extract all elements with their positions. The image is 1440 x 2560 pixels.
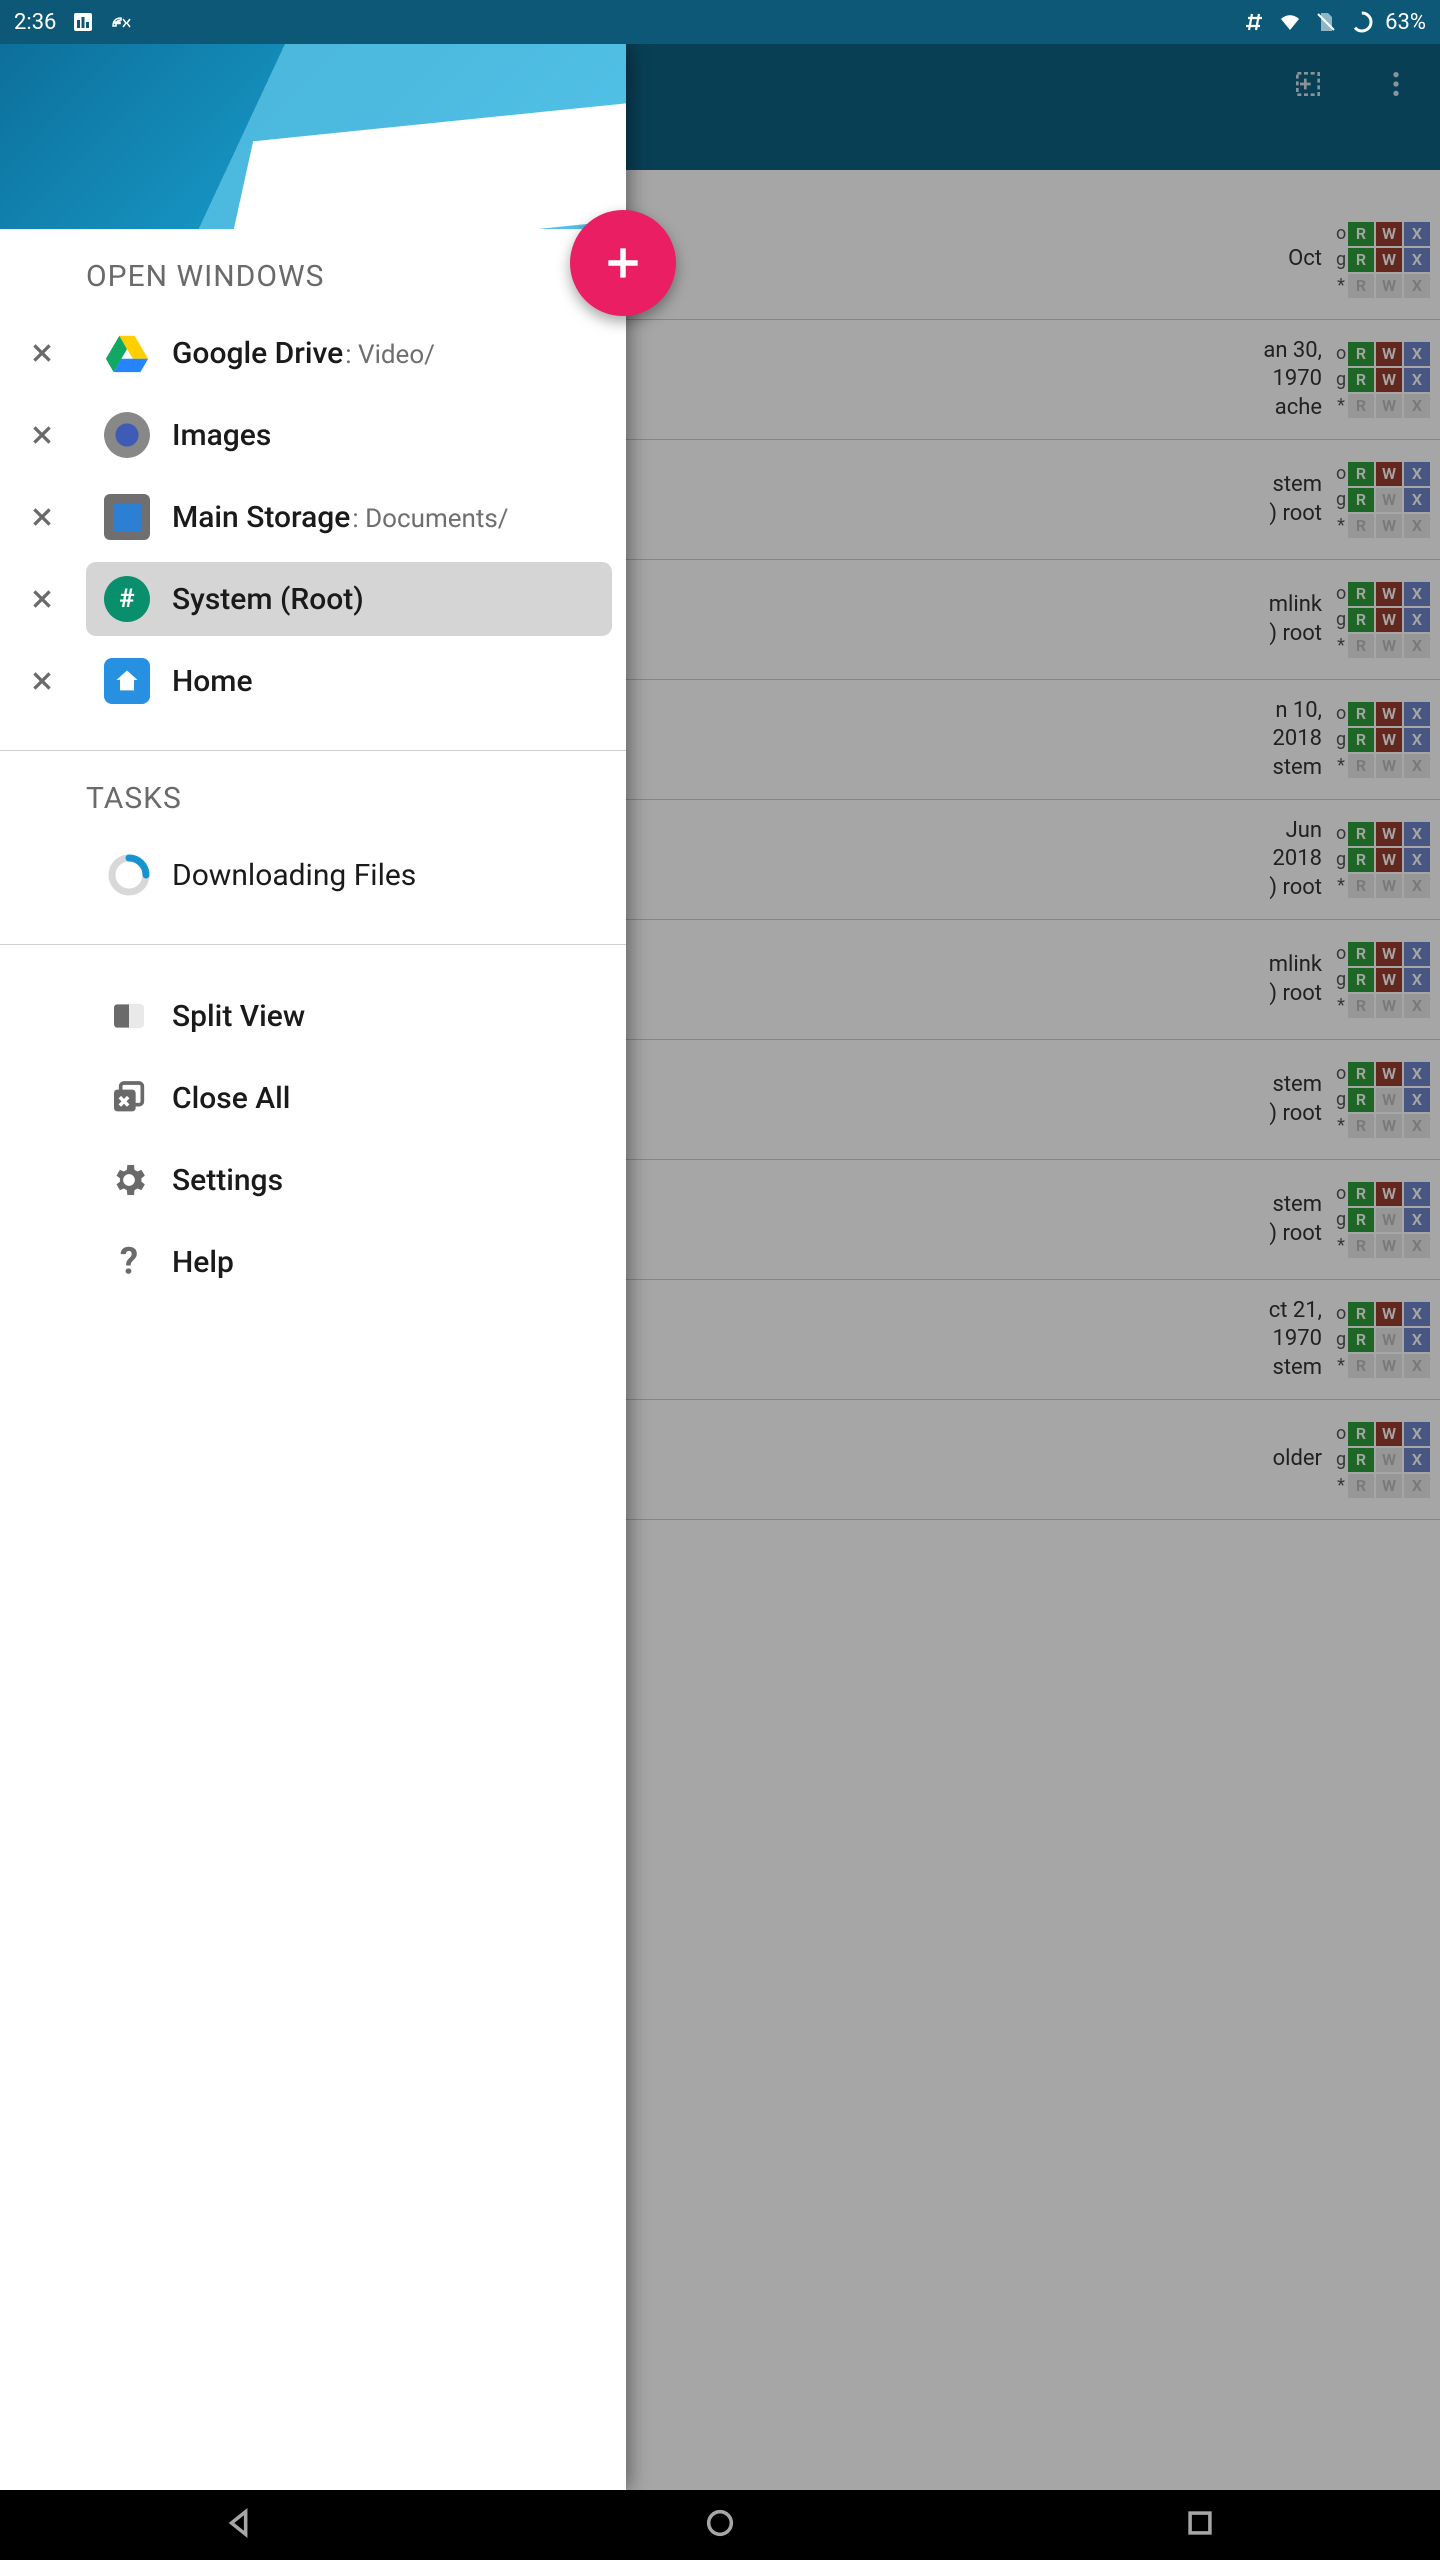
window-item: Images bbox=[0, 394, 626, 476]
window-item: Home bbox=[0, 640, 626, 722]
permissions: oRWXgRWX*RWX bbox=[1336, 342, 1430, 418]
navigation-drawer: OPEN WINDOWS Google Drive: Video/Images M… bbox=[0, 44, 626, 2490]
menu-help[interactable]: ? Help bbox=[0, 1221, 626, 1303]
permissions: oRWXgRWX*RWX bbox=[1336, 1062, 1430, 1138]
hash-icon bbox=[1241, 9, 1267, 35]
file-meta: mlink) root bbox=[1269, 951, 1322, 1008]
permissions: oRWXgRWX*RWX bbox=[1336, 1182, 1430, 1258]
menu-label: Help bbox=[172, 1245, 234, 1280]
no-sim-icon bbox=[1313, 9, 1339, 35]
file-meta: Oct bbox=[1288, 245, 1322, 274]
close-window-button[interactable] bbox=[20, 331, 64, 375]
svg-text:?: ? bbox=[120, 1242, 138, 1282]
file-meta: mlink) root bbox=[1269, 591, 1322, 648]
permissions: oRWXgRWX*RWX bbox=[1336, 222, 1430, 298]
permissions: oRWXgRWX*RWX bbox=[1336, 942, 1430, 1018]
task-downloading[interactable]: Downloading Files bbox=[0, 834, 626, 916]
window-label: Main Storage: Documents/ bbox=[172, 500, 509, 535]
file-meta: Jun2018) root bbox=[1269, 817, 1322, 903]
drawer-header bbox=[0, 44, 626, 229]
permissions: oRWXgRWX*RWX bbox=[1336, 702, 1430, 778]
status-fx-icon bbox=[110, 9, 136, 35]
android-nav-bar bbox=[0, 2490, 1440, 2560]
gdrive-icon bbox=[104, 330, 150, 376]
window-label: Home bbox=[172, 664, 253, 699]
overflow-menu-button[interactable] bbox=[1372, 60, 1420, 108]
open-windows-title: OPEN WINDOWS bbox=[0, 229, 626, 312]
help-icon: ? bbox=[106, 1239, 152, 1285]
close-window-button[interactable] bbox=[20, 413, 64, 457]
nav-recents-button[interactable] bbox=[1183, 2506, 1217, 2544]
close-window-button[interactable] bbox=[20, 577, 64, 621]
wifi-icon bbox=[1277, 9, 1303, 35]
battery-percent: 63% bbox=[1385, 10, 1426, 35]
window-select[interactable]: # System (Root) bbox=[86, 562, 612, 636]
tasks-title: TASKS bbox=[0, 751, 626, 834]
menu-label: Close All bbox=[172, 1081, 290, 1116]
file-meta: stem) root bbox=[1269, 471, 1322, 528]
images-icon bbox=[104, 412, 150, 458]
nav-home-button[interactable] bbox=[703, 2506, 737, 2544]
permissions: oRWXgRWX*RWX bbox=[1336, 462, 1430, 538]
menu-close-all[interactable]: Close All bbox=[0, 1057, 626, 1139]
status-bar: 2:36 63% bbox=[0, 0, 1440, 44]
window-select[interactable]: Google Drive: Video/ bbox=[86, 316, 612, 390]
window-label: Google Drive: Video/ bbox=[172, 336, 435, 371]
battery-ring-icon bbox=[1349, 9, 1375, 35]
file-meta: ct 21,1970stem bbox=[1269, 1297, 1322, 1383]
new-window-fab[interactable] bbox=[570, 210, 676, 316]
menu-settings[interactable]: Settings bbox=[0, 1139, 626, 1221]
permissions: oRWXgRWX*RWX bbox=[1336, 822, 1430, 898]
task-label: Downloading Files bbox=[172, 858, 416, 893]
close-window-button[interactable] bbox=[20, 659, 64, 703]
window-select[interactable]: Home bbox=[86, 644, 612, 718]
close-all-icon bbox=[106, 1075, 152, 1121]
file-meta: older bbox=[1273, 1445, 1322, 1474]
status-app-icon bbox=[70, 9, 96, 35]
window-item: # System (Root) bbox=[0, 558, 626, 640]
fx-logo bbox=[481, 139, 601, 223]
window-select[interactable]: Main Storage: Documents/ bbox=[86, 480, 612, 554]
storage-icon bbox=[104, 494, 150, 540]
file-meta: an 30,1970ache bbox=[1263, 337, 1322, 423]
permissions: oRWXgRWX*RWX bbox=[1336, 1422, 1430, 1498]
file-meta: stem) root bbox=[1269, 1191, 1322, 1248]
window-item: Main Storage: Documents/ bbox=[0, 476, 626, 558]
split-view-icon bbox=[106, 993, 152, 1039]
permissions: oRWXgRWX*RWX bbox=[1336, 582, 1430, 658]
root-icon: # bbox=[104, 576, 150, 622]
window-label: System (Root) bbox=[172, 582, 364, 617]
window-label: Images bbox=[172, 418, 271, 453]
home-icon bbox=[104, 658, 150, 704]
window-item: Google Drive: Video/ bbox=[0, 312, 626, 394]
gear-icon bbox=[106, 1157, 152, 1203]
close-window-button[interactable] bbox=[20, 495, 64, 539]
file-meta: stem) root bbox=[1269, 1071, 1322, 1128]
menu-label: Split View bbox=[172, 999, 305, 1034]
permissions: oRWXgRWX*RWX bbox=[1336, 1302, 1430, 1378]
status-time: 2:36 bbox=[14, 10, 56, 35]
select-button[interactable] bbox=[1284, 60, 1332, 108]
menu-label: Settings bbox=[172, 1163, 283, 1198]
window-select[interactable]: Images bbox=[86, 398, 612, 472]
nav-back-button[interactable] bbox=[223, 2506, 257, 2544]
progress-spinner-icon bbox=[106, 852, 152, 898]
file-meta: n 10,2018stem bbox=[1272, 697, 1322, 783]
menu-split-view[interactable]: Split View bbox=[0, 975, 626, 1057]
